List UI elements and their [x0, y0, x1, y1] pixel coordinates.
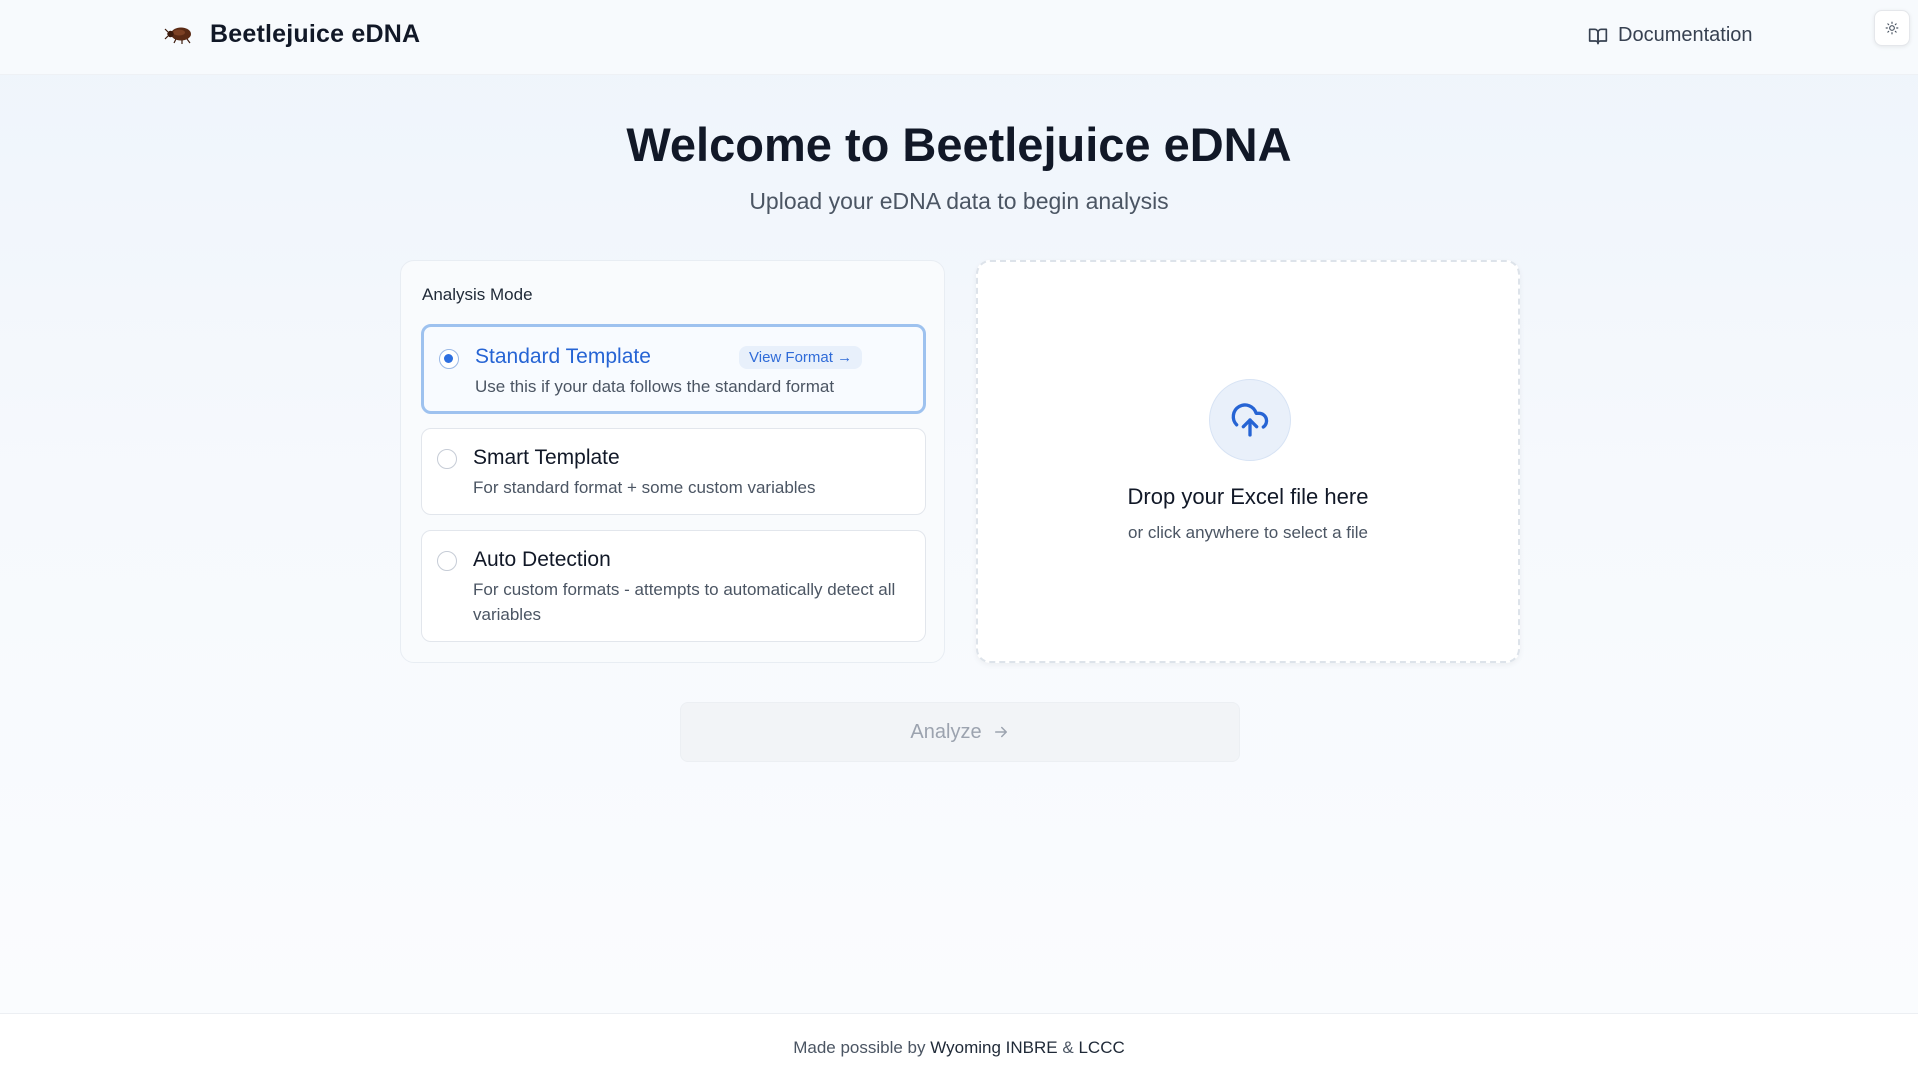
footer-prefix: Made possible by [793, 1038, 926, 1057]
footer: Made possible by Wyoming INBRE & LCCC [0, 1013, 1918, 1078]
documentation-link[interactable]: Documentation [1588, 24, 1753, 47]
analysis-mode-heading: Analysis Mode [422, 285, 533, 304]
file-dropzone[interactable]: Drop your Excel file here or click anywh… [976, 260, 1520, 663]
theme-toggle-button[interactable] [1874, 10, 1910, 46]
dropzone-subtitle: or click anywhere to select a file [1128, 523, 1368, 542]
radio-smart-template[interactable] [437, 449, 457, 469]
view-format-link[interactable]: View Format → [739, 346, 863, 369]
upload-icon-badge [1209, 379, 1291, 461]
option-title: Standard Template [475, 345, 651, 368]
option-title: Auto Detection [473, 548, 611, 571]
option-standard-template[interactable]: Standard Template View Format → Use this… [421, 324, 926, 414]
analyze-button[interactable]: Analyze [680, 702, 1240, 762]
lccc-link[interactable]: LCCC [1078, 1038, 1124, 1057]
option-auto-detection[interactable]: Auto Detection For custom formats - atte… [421, 530, 926, 642]
arrow-right-icon [994, 726, 1007, 738]
option-smart-template[interactable]: Smart Template For standard format + som… [421, 428, 926, 515]
analysis-mode-panel: Analysis Mode Standard Template View For… [400, 260, 945, 663]
cloud-upload-icon [1231, 403, 1269, 437]
option-description: Use this if your data follows the standa… [475, 377, 835, 396]
option-description: For custom formats - attempts to automat… [473, 580, 896, 624]
app-title: Beetlejuice eDNA [210, 19, 421, 48]
brand[interactable]: Beetlejuice eDNA [164, 18, 420, 50]
top-header: Beetlejuice eDNA Documentation [0, 0, 1918, 75]
footer-separator: & [1062, 1038, 1074, 1057]
sun-icon [1885, 21, 1899, 35]
documentation-label: Documentation [1618, 24, 1753, 46]
page-title: Welcome to Beetlejuice eDNA [626, 118, 1292, 171]
beetle-icon [164, 27, 191, 44]
option-description: For standard format + some custom variab… [473, 478, 816, 497]
option-title: Smart Template [473, 446, 620, 469]
page-subtitle: Upload your eDNA data to begin analysis [749, 188, 1169, 214]
book-open-icon [1588, 28, 1608, 44]
radio-auto-detection[interactable] [437, 551, 457, 571]
analyze-label: Analyze [910, 720, 982, 743]
radio-standard-template[interactable] [439, 349, 459, 369]
dropzone-title: Drop your Excel file here [1127, 484, 1369, 509]
wyoming-inbre-link[interactable]: Wyoming INBRE [930, 1038, 1057, 1057]
